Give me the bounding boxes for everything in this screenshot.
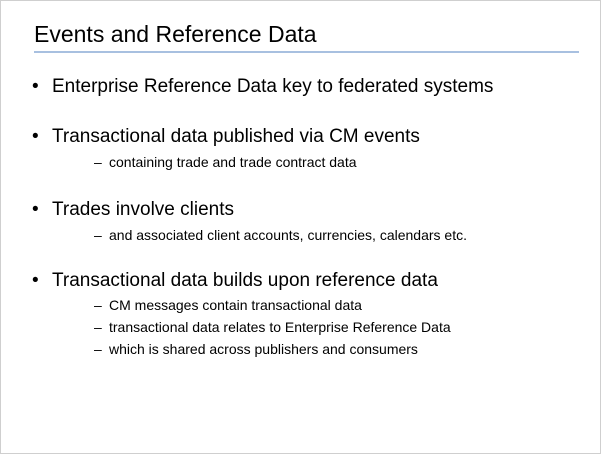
sub-bullet-item: – containing trade and trade contract dat…	[94, 153, 357, 171]
bullet-text: Transactional data published via CM even…	[52, 126, 420, 147]
sub-bullet-marker: –	[94, 319, 102, 335]
bullet-item: • Transactional data published via CM eve…	[32, 125, 420, 149]
slide: Events and Reference Data • Enterprise Re…	[0, 0, 601, 454]
sub-bullet-text: CM messages contain transactional data	[109, 297, 362, 313]
bullet-marker: •	[32, 199, 39, 220]
bullet-text: Enterprise Reference Data key to federat…	[52, 76, 494, 97]
sub-bullet-item: – and associated client accounts, currenc…	[94, 226, 467, 244]
bullet-text: Transactional data builds upon reference…	[52, 270, 438, 291]
sub-bullet-text: containing trade and trade contract data	[109, 154, 357, 170]
bullet-text: Trades involve clients	[52, 199, 234, 220]
bullet-item: • Transactional data builds upon referenc…	[32, 269, 438, 293]
bullet-item: • Enterprise Reference Data key to federa…	[32, 75, 493, 99]
bullet-item: • Trades involve clients	[32, 198, 234, 222]
sub-bullet-text: which is shared across publishers and co…	[109, 341, 418, 357]
slide-title: Events and Reference Data	[34, 21, 317, 47]
sub-bullet-item: – transactional data relates to Enterpris…	[94, 318, 451, 336]
sub-bullet-item: – which is shared across publishers and c…	[94, 340, 418, 358]
sub-bullet-text: and associated client accounts, currenci…	[109, 227, 467, 243]
sub-bullet-text: transactional data relates to Enterprise…	[109, 319, 451, 335]
sub-bullet-marker: –	[94, 341, 102, 357]
sub-bullet-item: – CM messages contain transactional data	[94, 296, 362, 314]
sub-bullet-marker: –	[94, 154, 102, 170]
bullet-marker: •	[32, 126, 39, 147]
bullet-marker: •	[32, 270, 39, 291]
title-divider	[34, 51, 579, 53]
bullet-marker: •	[32, 76, 39, 97]
sub-bullet-marker: –	[94, 227, 102, 243]
sub-bullet-marker: –	[94, 297, 102, 313]
